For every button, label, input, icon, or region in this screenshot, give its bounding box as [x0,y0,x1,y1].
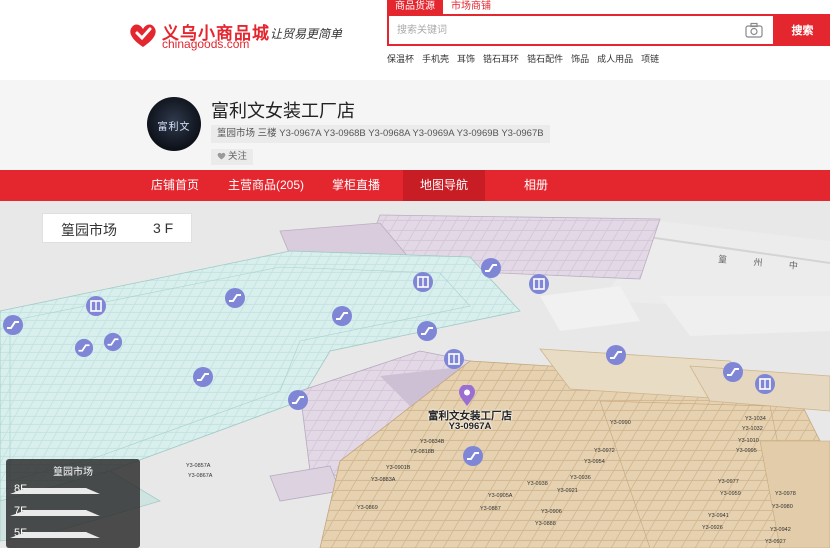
logo-text-en: chinagoods.com [162,37,250,51]
shop-code-label[interactable]: Y3-1032 [742,426,763,432]
logo-heart-icon [130,24,156,47]
elevator-icon[interactable] [528,273,550,295]
shop-code-label[interactable]: Y3-0818B [410,449,434,455]
shop-code-label[interactable]: Y3-0980 [772,504,793,510]
shop-code-label[interactable]: Y3-0926 [702,525,723,531]
shop-code-label[interactable]: Y3-0990 [610,420,631,426]
highlight-shop-code[interactable]: Y3-0967A [400,421,540,432]
market-map[interactable]: 篁 州 中 篁园市场 3 F 富利文女装工厂店 Y3-0967A Y3-0869… [0,201,830,548]
elevator-icon[interactable] [754,373,776,395]
search-input[interactable] [397,21,737,39]
escalator-icon[interactable] [416,320,438,342]
floor-indicator: 篁园市场 3 F [42,213,192,243]
floor-number: 3 F [153,220,174,236]
shop-code-label[interactable]: Y3-1010 [738,438,759,444]
shop-code-label[interactable]: Y3-0938 [527,481,548,487]
site-header: 义乌小商品城 chinagoods.com 让贸易更简单 商品货源 市场商铺 搜… [0,0,830,80]
shop-address: 篁园市场 三楼 Y3-0967A Y3-0968B Y3-0968A Y3-09… [211,125,550,143]
search-button[interactable]: 搜索 [775,14,830,46]
escalator-icon[interactable] [331,305,353,327]
shop-code-label[interactable]: Y3-0941 [708,513,729,519]
escalator-icon[interactable] [2,314,24,336]
page: 义乌小商品城 chinagoods.com 让贸易更简单 商品货源 市场商铺 搜… [0,0,830,548]
elevator-icon[interactable] [412,271,434,293]
hot-keyword[interactable]: 手机壳 [422,52,449,65]
location-pin-icon[interactable] [458,385,476,407]
escalator-icon[interactable] [480,257,502,279]
floor-5f-shape[interactable] [6,530,102,540]
elevator-icon[interactable] [443,348,465,370]
heart-icon [217,152,226,160]
hot-keyword[interactable]: 保温杯 [387,52,414,65]
escalator-icon[interactable] [224,287,246,309]
site-logo[interactable]: 义乌小商品城 chinagoods.com [128,18,269,52]
shop-code-label[interactable]: Y3-0954 [584,459,605,465]
floor-8f-shape[interactable] [6,486,102,496]
shop-code-label[interactable]: Y3-0995 [736,448,757,454]
floor-panel-title: 篁园市场 [53,467,93,478]
market-name: 篁园市场 [61,222,117,238]
shop-code-label[interactable]: Y3-0867A [188,473,212,479]
escalator-icon[interactable] [722,361,744,383]
follow-button[interactable]: 关注 [211,149,254,165]
hot-keyword[interactable]: 项链 [641,52,659,65]
elevator-icon[interactable] [85,295,107,317]
hot-keyword[interactable]: 锆石配件 [527,52,563,65]
shop-code-label[interactable]: Y3-0942 [770,527,791,533]
shop-code-label[interactable]: Y3-0857A [186,463,210,469]
shop-code-label[interactable]: Y3-0906 [541,509,562,515]
tab-goods[interactable]: 商品货源 [387,0,443,14]
slogan: 让贸易更简单 [270,27,343,41]
shop-code-label[interactable]: Y3-0888 [535,521,556,527]
shop-code-label[interactable]: Y3-0959 [720,491,741,497]
shop-code-label[interactable]: Y3-0936 [570,475,591,481]
shop-code-label[interactable]: Y3-1034 [745,416,766,422]
shop-code-label[interactable]: Y3-0921 [557,488,578,494]
shop-code-label[interactable]: Y3-0972 [594,448,615,454]
escalator-icon[interactable] [605,344,627,366]
shop-code-label[interactable]: Y3-0927 [765,539,786,545]
nav-album[interactable]: 相册 [510,170,562,201]
shop-avatar: 富利文 [147,97,201,151]
camera-icon[interactable] [745,22,763,38]
hot-keyword[interactable]: 耳饰 [457,52,475,65]
nav-live[interactable]: 掌柜直播 [322,170,390,201]
shop-info-bar: 富利文 富利文女装工厂店 篁园市场 三楼 Y3-0967A Y3-0968B Y… [0,80,830,170]
floor-switch-panel: 篁园市场 8F 7F 5F [6,459,140,548]
escalator-icon[interactable] [462,445,484,467]
shop-code-label[interactable]: Y3-0977 [718,479,739,485]
hot-keyword[interactable]: 锆石耳环 [483,52,519,65]
nav-products[interactable]: 主营商品(205) [220,170,312,201]
hot-keywords: 保温杯 手机壳 耳饰 锆石耳环 锆石配件 饰品 成人用品 项链 [387,52,659,65]
shop-code-label[interactable]: Y3-0905A [488,493,512,499]
avatar-text: 富利文 [157,122,191,133]
search-area: 商品货源 市场商铺 搜索 保温杯 手机壳 耳饰 锆石耳环 锆石配件 饰品 成人用… [387,0,830,80]
follow-label: 关注 [228,151,248,162]
corridor [660,296,830,336]
nav-map[interactable]: 地图导航 [403,170,485,201]
escalator-icon[interactable] [287,389,309,411]
search-tabs: 商品货源 市场商铺 [387,0,499,14]
hot-keyword[interactable]: 成人用品 [597,52,633,65]
shop-name: 富利文女装工厂店 [211,101,355,121]
escalator-icon[interactable] [192,366,214,388]
nav-home[interactable]: 店铺首页 [143,170,207,201]
shop-code-label[interactable]: Y3-0901B [386,465,410,471]
shop-code-label[interactable]: Y3-0887 [480,506,501,512]
tab-shops[interactable]: 市场商铺 [443,0,499,14]
search-box [387,14,775,46]
escalator-icon[interactable] [103,332,123,352]
shop-nav: 店铺首页 主营商品(205) 掌柜直播 地图导航 相册 [0,170,830,201]
shop-code-label[interactable]: Y3-0978 [775,491,796,497]
shop-code-label[interactable]: Y3-0883A [371,477,395,483]
floor-7f-shape[interactable] [6,508,102,518]
escalator-icon[interactable] [74,338,94,358]
hot-keyword[interactable]: 饰品 [571,52,589,65]
shop-code-label[interactable]: Y3-0834B [420,439,444,445]
shop-code-label[interactable]: Y3-0869 [357,505,378,511]
